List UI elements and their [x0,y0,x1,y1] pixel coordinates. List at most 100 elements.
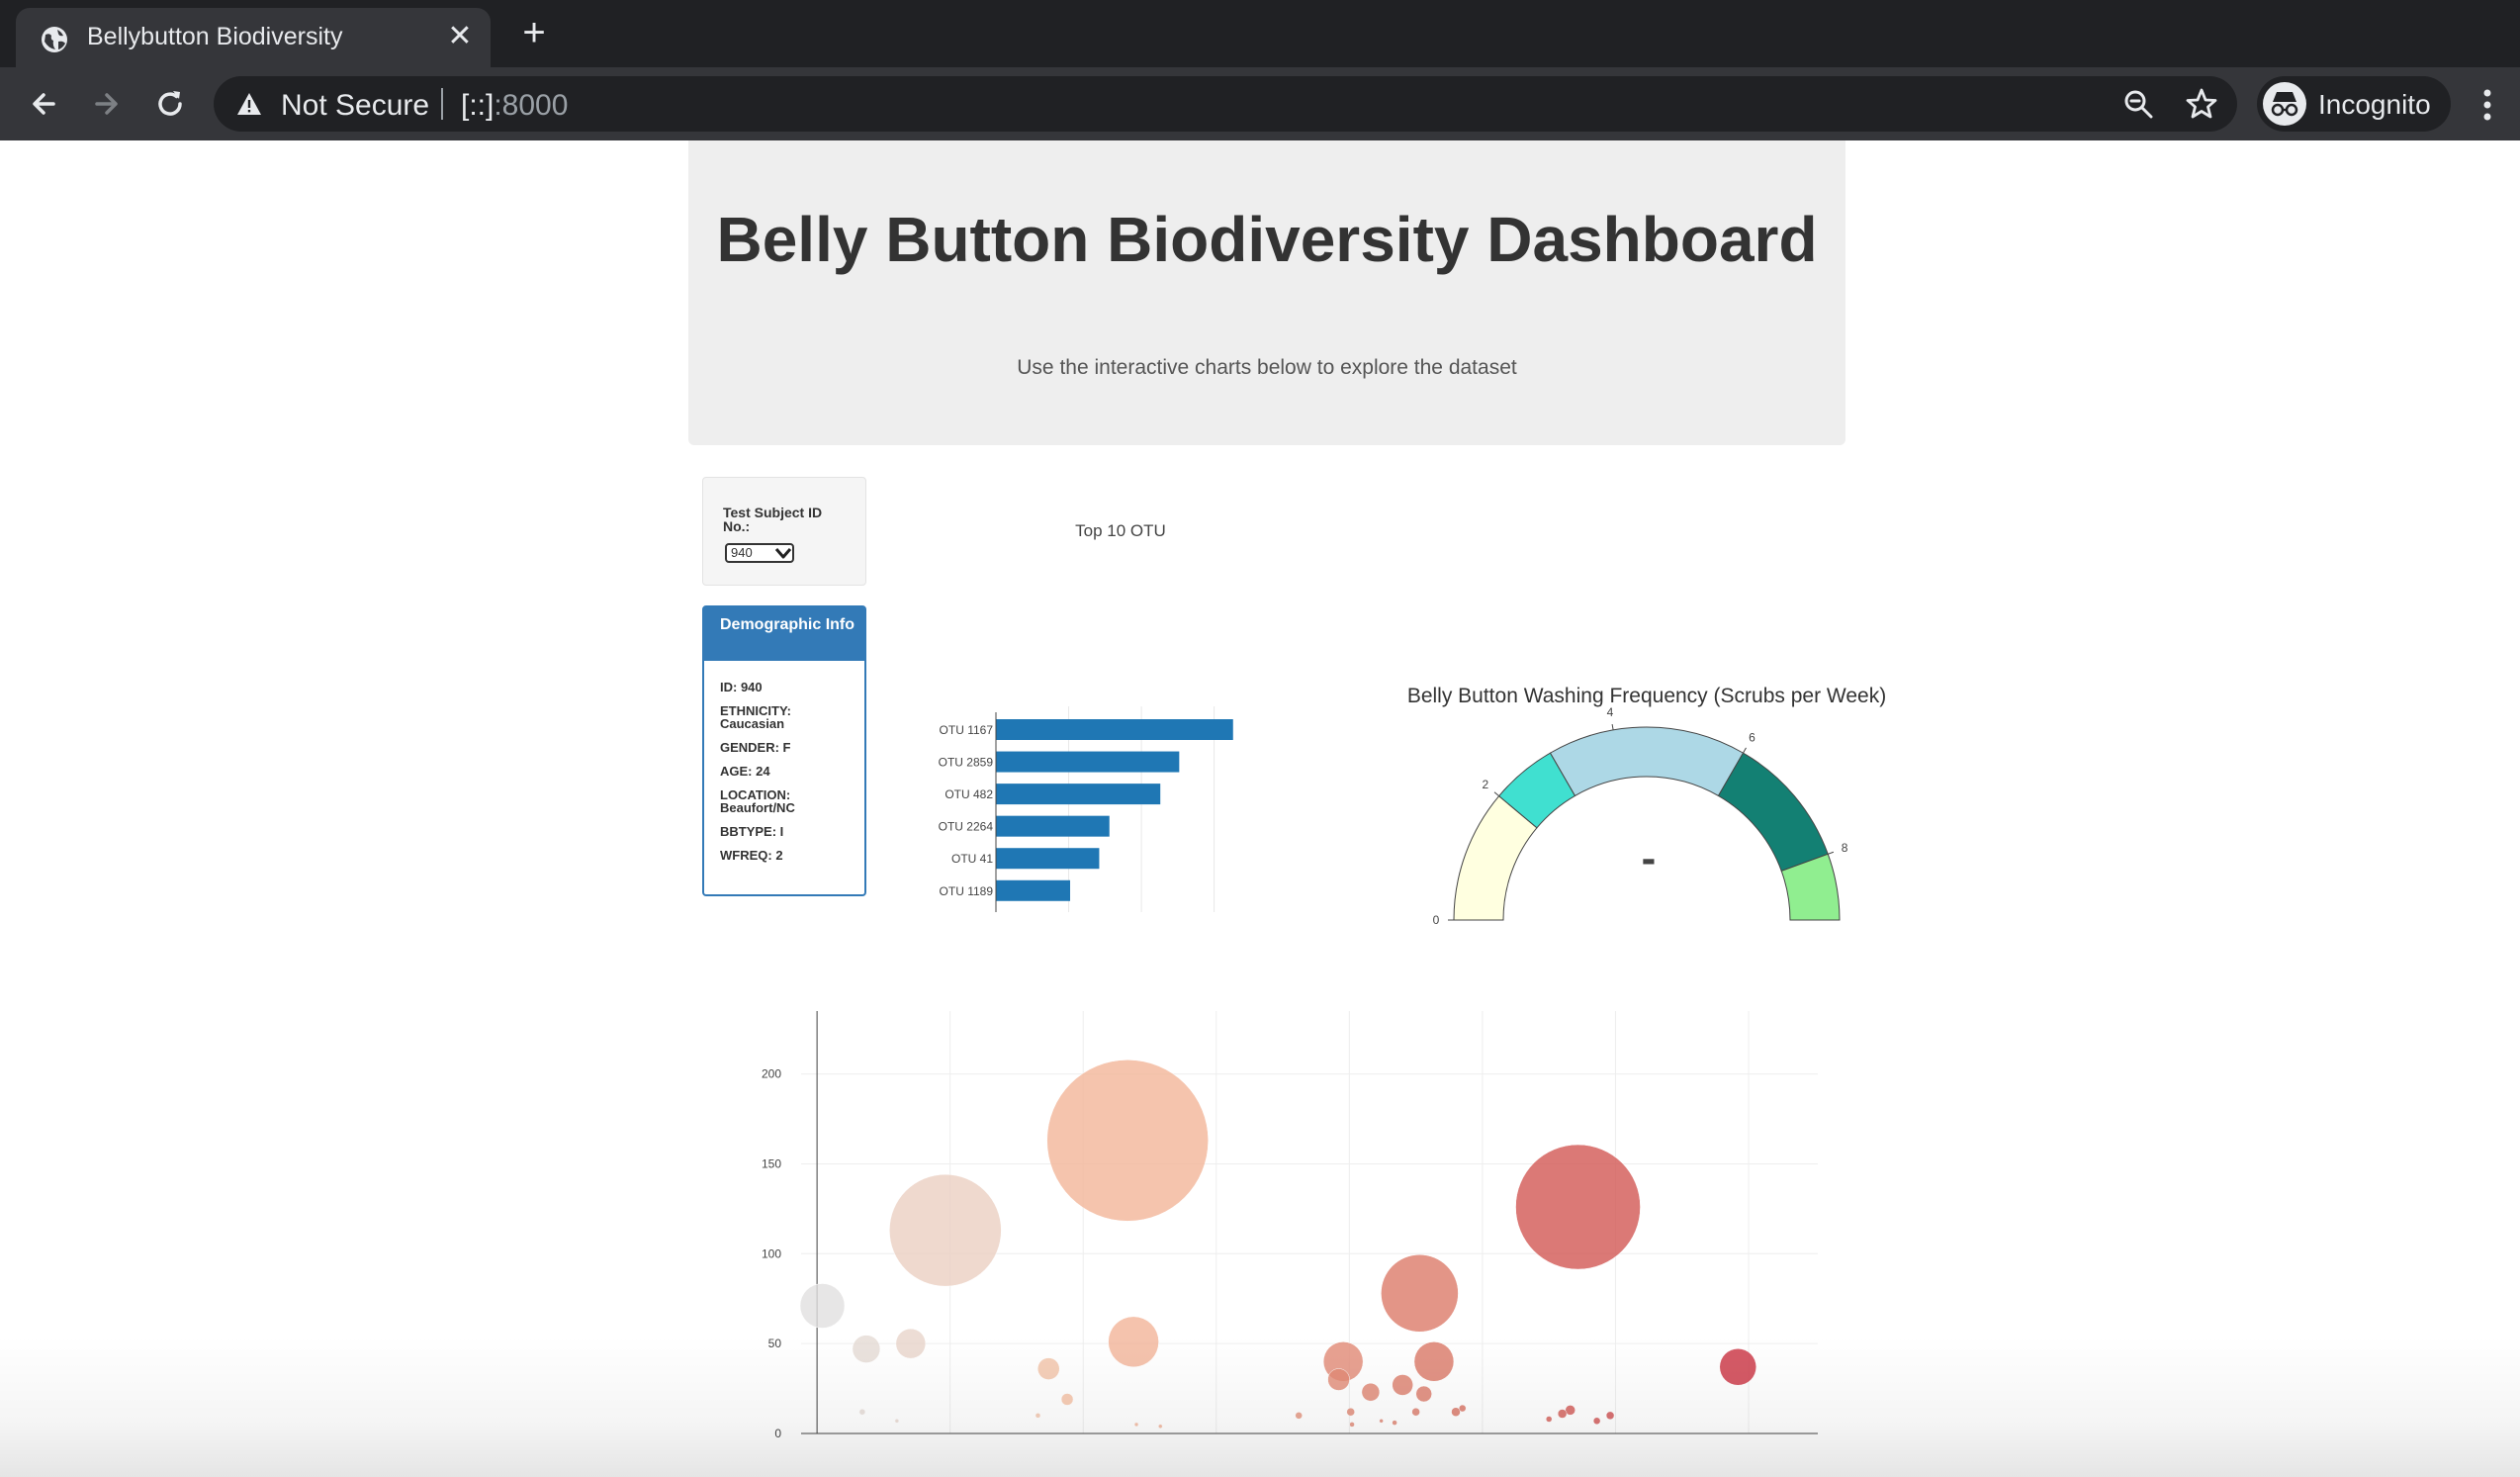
bubble-chart-point [1719,1348,1757,1386]
back-arrow-icon[interactable] [24,84,63,124]
subject-id-dropdown[interactable]: 940 [725,543,794,563]
reload-icon[interactable] [150,84,190,124]
browser-tab[interactable]: Bellybutton Biodiversity ✕ [16,8,491,67]
bubble-chart-y-tick-label: 100 [762,1246,781,1260]
gauge-band [1717,752,1829,873]
demographic-bbtype: BBTYPE: I [720,824,784,839]
bar-chart-bar [996,848,1100,870]
bubble-chart-point [1411,1407,1420,1417]
bubble-chart-point [1379,1419,1384,1424]
bubble-chart-point [799,1283,846,1329]
gauge-tick [1743,747,1747,754]
otu-bubble-chart[interactable]: 0 500 1000 1500 2000 2500 3000 3500 0 50 100 150 200 [732,1011,1840,1446]
bubble-chart-point [1392,1420,1397,1426]
bar-chart-title: Top 10 OTU [1075,521,1166,540]
bar-chart-category-label: OTU 1167 [940,723,994,737]
incognito-icon [2263,82,2306,126]
washing-frequency-gauge[interactable]: Belly Button Washing Frequency (Scrubs p… [1375,526,1929,942]
page-subtitle: Use the interactive charts below to expl… [1017,356,1517,379]
page-viewport: Belly Button Biodiversity Dashboard Use … [0,140,2520,1477]
bubble-chart-point [1349,1422,1355,1428]
demographic-ethnicity: ETHNICITY: Caucasian [720,703,791,731]
incognito-indicator[interactable]: Incognito [2257,76,2451,132]
bookmark-star-icon[interactable] [2184,86,2219,122]
bubble-chart-x-tick-label: 1500 [1203,1444,1229,1446]
url-text[interactable]: [::]:8000 [461,89,568,123]
bubble-chart-x-tick-label: 2500 [1470,1444,1496,1446]
demographic-location: LOCATION: Beaufort/NC [720,787,795,815]
bubble-chart-x-tick-label: 500 [941,1444,960,1446]
bubble-chart-point [1327,1368,1350,1391]
gauge-tick [1828,851,1835,855]
bubble-chart-point [1415,1385,1432,1403]
close-tab-icon[interactable]: ✕ [443,20,477,53]
forward-arrow-icon[interactable] [87,84,127,124]
bubble-chart-point [1592,1417,1601,1426]
bubble-chart-point [1458,1404,1467,1413]
demographic-wfreq: WFREQ: 2 [720,848,783,863]
bubble-chart-point [1557,1409,1568,1419]
bar-chart-category-label: OTU 1189 [940,884,994,898]
demographic-panel-heading: Demographic Info [704,607,864,661]
bubble-chart-point [1381,1254,1459,1333]
bubble-chart-point [1515,1144,1641,1270]
security-status-label[interactable]: Not Secure [281,89,429,123]
new-tab-icon[interactable]: + [514,13,554,53]
url-separator [441,88,443,120]
bar-chart-bar [996,815,1110,837]
gauge-tick [1493,791,1499,797]
demographic-info-panel: Demographic Info ID: 940 ETHNICITY: Cauc… [702,605,866,896]
bubble-chart-point [1605,1411,1615,1421]
zoom-icon[interactable] [2122,88,2154,120]
gauge-tick-label: 6 [1749,731,1755,745]
url-host: [::] [461,89,495,122]
gauge-tick [1611,723,1614,731]
bubble-chart-y-tick-label: 150 [762,1156,781,1170]
demographic-age: AGE: 24 [720,764,770,779]
selected-subject-id: 940 [731,545,753,560]
bubble-chart-point [1413,1341,1455,1382]
bubble-chart-point [889,1173,1002,1287]
bubble-chart-point [852,1335,881,1363]
bubble-chart-x-tick-label: 3500 [1736,1444,1762,1446]
bubble-chart-y-tick-label: 50 [768,1337,782,1350]
demographic-gender: GENDER: F [720,740,791,755]
bubble-chart-point [1295,1412,1303,1420]
bubble-chart-y-tick-label: 0 [774,1427,781,1440]
kebab-menu-icon[interactable] [2473,85,2502,125]
bar-chart-category-label: OTU 41 [951,852,993,866]
bubble-chart-point [1346,1407,1355,1417]
gauge-tick-label: 4 [1607,705,1614,719]
tab-title: Bellybutton Biodiversity [87,23,343,50]
browser-tab-strip: Bellybutton Biodiversity ✕ + [0,0,2520,67]
bubble-chart-point [858,1408,866,1416]
gauge-tick-label: 8 [1842,841,1848,855]
address-bar[interactable]: Not Secure [::]:8000 [214,76,2237,132]
bubble-chart-x-tick-label: 2000 [1336,1444,1363,1446]
bar-chart-bar [996,784,1161,805]
warning-triangle-icon [237,93,261,115]
bubble-chart-point [1133,1422,1139,1428]
browser-toolbar: Not Secure [::]:8000 Incognito [0,67,2520,140]
bar-chart-bar [996,719,1233,740]
top-otu-bar-chart[interactable]: Top 10 OTU050100150OTU 1167OTU 2859OTU 4… [910,487,1266,912]
bubble-chart-point [1392,1374,1413,1396]
bubble-chart-point [1545,1416,1553,1423]
subject-select-well: Test Subject ID No.: 940 [702,477,866,586]
demographic-id: ID: 940 [720,680,763,694]
bar-chart-bar [996,879,1071,901]
bubble-chart-x-tick-label: 1000 [1070,1444,1097,1446]
bubble-chart-x-tick-label: 0 [814,1444,821,1446]
bubble-chart-point [1361,1382,1381,1402]
gauge-title: Belly Button Washing Frequency (Scrubs p… [1407,685,1886,707]
bubble-chart-point [895,1328,927,1359]
bubble-chart-x-tick-label: 3000 [1602,1444,1629,1446]
header-jumbotron: Belly Button Biodiversity Dashboard Use … [688,140,1845,445]
gauge-tick-label: 0 [1433,913,1440,927]
url-port: :8000 [494,89,569,122]
gauge-center-value: - [1642,834,1657,882]
bubble-chart-point [1046,1060,1209,1222]
bubble-chart-point [894,1419,900,1424]
gauge-band [1549,726,1745,797]
bar-chart-category-label: OTU 482 [945,787,993,801]
